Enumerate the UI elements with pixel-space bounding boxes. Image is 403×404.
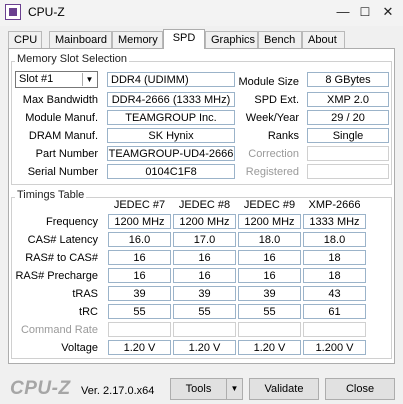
timings-cell: 18.0 xyxy=(238,232,301,247)
timings-cell: 18.0 xyxy=(303,232,366,247)
dram-manuf-label: DRAM Manuf. xyxy=(28,130,98,142)
timings-row-label: tRAS xyxy=(72,288,98,300)
max-bandwidth-label: Max Bandwidth xyxy=(22,94,98,106)
timings-cell: 18 xyxy=(303,268,366,283)
timings-cell xyxy=(108,322,171,337)
timings-cell: 39 xyxy=(173,286,236,301)
timings-column-header: JEDEC #7 xyxy=(113,199,166,211)
timings-cell: 55 xyxy=(238,304,301,319)
timings-column-header: JEDEC #8 xyxy=(178,199,231,211)
timings-row-label: CAS# Latency xyxy=(27,234,98,246)
tools-button[interactable]: Tools xyxy=(170,378,227,400)
tab-bench[interactable]: Bench xyxy=(258,31,302,48)
tab-cpu[interactable]: CPU xyxy=(8,31,42,48)
spd-ext-label: SPD Ext. xyxy=(254,94,299,106)
timings-row-label: Command Rate xyxy=(20,324,98,336)
part-number-field: TEAMGROUP-UD4-2666 xyxy=(107,146,235,161)
timings-cell: 16 xyxy=(108,268,171,283)
timings-cell: 18 xyxy=(303,250,366,265)
timings-cell xyxy=(173,322,236,337)
max-bandwidth-field: DDR4-2666 (1333 MHz) xyxy=(107,92,235,107)
registered-field xyxy=(307,164,389,179)
timings-cell: 16 xyxy=(173,268,236,283)
module-manuf-label: Module Manuf. xyxy=(25,112,98,124)
tab-mainboard[interactable]: Mainboard xyxy=(49,31,112,48)
timings-cell: 16.0 xyxy=(108,232,171,247)
part-number-label: Part Number xyxy=(35,148,98,160)
timings-cell: 1.200 V xyxy=(303,340,366,355)
timings-cell: 1200 MHz xyxy=(108,214,171,229)
tab-spd[interactable]: SPD xyxy=(163,29,205,49)
timings-cell: 43 xyxy=(303,286,366,301)
tab-graphics[interactable]: Graphics xyxy=(205,31,258,48)
timings-cell xyxy=(303,322,366,337)
cpuz-logo: CPU-Z xyxy=(10,378,71,399)
timings-cell: 16 xyxy=(238,250,301,265)
cpuz-app-icon xyxy=(5,4,21,20)
timings-column-header: JEDEC #9 xyxy=(243,199,296,211)
week-year-label: Week/Year xyxy=(245,112,299,124)
timings-group-title: Timings Table xyxy=(15,189,87,201)
timings-cell: 61 xyxy=(303,304,366,319)
timings-cell: 55 xyxy=(108,304,171,319)
timings-cell: 16 xyxy=(238,268,301,283)
timings-row-label: RAS# Precharge xyxy=(15,270,98,282)
close-button[interactable]: Close xyxy=(325,378,395,400)
slot-select[interactable]: Slot #1 ▼ xyxy=(15,71,98,88)
timings-cell: 1.20 V xyxy=(108,340,171,355)
validate-button[interactable]: Validate xyxy=(249,378,319,400)
timings-cell: 55 xyxy=(173,304,236,319)
ranks-label: Ranks xyxy=(267,130,299,142)
minimize-icon[interactable]: — xyxy=(333,3,353,21)
correction-field xyxy=(307,146,389,161)
memory-slot-group-title: Memory Slot Selection xyxy=(15,53,130,65)
serial-number-field: 0104C1F8 xyxy=(107,164,235,179)
spd-ext-field: XMP 2.0 xyxy=(307,92,389,107)
chevron-down-icon: ▼ xyxy=(82,73,96,86)
window-title: CPU-Z xyxy=(28,5,65,19)
timings-row-label: tRC xyxy=(79,306,98,318)
module-size-field: 8 GBytes xyxy=(307,72,389,87)
registered-label: Registered xyxy=(245,166,299,178)
ranks-field: Single xyxy=(307,128,389,143)
close-icon[interactable]: ✕ xyxy=(378,3,398,21)
timings-cell: 1200 MHz xyxy=(173,214,236,229)
timings-row-label: Voltage xyxy=(61,342,98,354)
timings-cell: 1.20 V xyxy=(238,340,301,355)
timings-cell xyxy=(238,322,301,337)
module-size-label: Module Size xyxy=(238,76,299,88)
serial-number-label: Serial Number xyxy=(27,166,98,178)
module-manuf-field: TEAMGROUP Inc. xyxy=(107,110,235,125)
tab-about[interactable]: About xyxy=(302,31,345,48)
timings-row-label: RAS# to CAS# xyxy=(25,252,98,264)
tools-dropdown-arrow-icon[interactable]: ▼ xyxy=(226,378,243,400)
timings-cell: 16 xyxy=(108,250,171,265)
maximize-icon[interactable]: ☐ xyxy=(355,3,375,21)
slot-select-value: Slot #1 xyxy=(19,73,54,85)
timings-cell: 17.0 xyxy=(173,232,236,247)
week-year-field: 29 / 20 xyxy=(307,110,389,125)
timings-cell: 39 xyxy=(238,286,301,301)
correction-label: Correction xyxy=(248,148,299,160)
timings-cell: 16 xyxy=(173,250,236,265)
memory-type-field: DDR4 (UDIMM) xyxy=(107,72,235,87)
timings-cell: 1.20 V xyxy=(173,340,236,355)
timings-cell: 1200 MHz xyxy=(238,214,301,229)
timings-column-header: XMP-2666 xyxy=(308,199,361,211)
tab-memory[interactable]: Memory xyxy=(112,31,163,48)
dram-manuf-field: SK Hynix xyxy=(107,128,235,143)
version-text: Ver. 2.17.0.x64 xyxy=(81,385,155,397)
timings-row-label: Frequency xyxy=(46,216,98,228)
timings-cell: 1333 MHz xyxy=(303,214,366,229)
timings-cell: 39 xyxy=(108,286,171,301)
